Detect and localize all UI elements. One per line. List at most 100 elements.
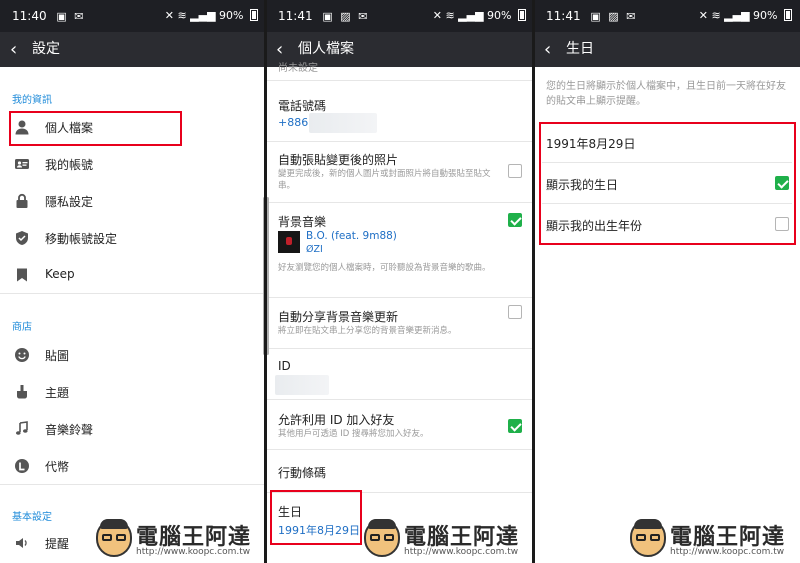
- bgm-song: B.O. (feat. 9m88): [306, 230, 397, 242]
- mascot-icon: [364, 519, 400, 557]
- watermark-logo: 電腦王阿達 http://www.koopc.com.tw: [364, 513, 534, 563]
- phone-label: 電話號碼: [278, 99, 327, 113]
- mascot-icon: [96, 519, 132, 557]
- page-title: 個人檔案: [298, 41, 354, 57]
- signal-icon: ✕ ≋ ▂▄▆: [432, 9, 484, 22]
- allow-id-label: 允許利用 ID 加入好友: [278, 413, 395, 427]
- top-bar: ‹ 生日: [534, 32, 800, 67]
- battery-text: 90%: [487, 9, 512, 22]
- bgm-label: 背景音樂: [278, 215, 327, 229]
- menu-item-keep[interactable]: Keep: [0, 257, 266, 294]
- id-card-icon: [14, 156, 30, 172]
- highlight-birthday-options: [539, 122, 796, 245]
- menu-label: Keep: [45, 267, 75, 281]
- divider: [266, 80, 534, 81]
- back-arrow-icon[interactable]: ‹: [276, 32, 283, 67]
- bookmark-icon: [14, 267, 30, 283]
- status-bar: 11:41 ▣ ▨ ✉ ✕ ≋ ▂▄▆ 90%: [534, 0, 800, 32]
- page-title: 生日: [566, 41, 594, 57]
- watermark-url: http://www.koopc.com.tw: [136, 547, 251, 557]
- watermark-url: http://www.koopc.com.tw: [670, 547, 785, 557]
- auto-share-checkbox[interactable]: [508, 305, 522, 319]
- menu-label: 提醒: [45, 537, 70, 551]
- menu-item-ringtone[interactable]: 音樂鈴聲: [0, 411, 266, 448]
- battery-icon: [784, 9, 792, 21]
- profile-screen: 11:41 ▣ ▨ ✉ ✕ ≋ ▂▄▆ 90% ‹ 個人檔案 尚未設定 電話號碼…: [266, 0, 534, 563]
- paint-brush-icon: [14, 384, 30, 400]
- notification-icons: ▣ ✉: [56, 10, 86, 23]
- allow-id-desc: 其他用戶可透過 ID 搜尋將您加入好友。: [278, 429, 429, 439]
- speaker-icon: [14, 535, 30, 551]
- watermark-url: http://www.koopc.com.tw: [404, 547, 519, 557]
- menu-label: 主題: [45, 386, 70, 400]
- menu-label: 隱私設定: [45, 195, 94, 209]
- section-shop: 商店: [12, 322, 32, 333]
- auto-post-desc: 變更完成後，新的個人圖片或封面照片將自動張貼至貼文串。: [278, 169, 491, 191]
- album-art: [278, 231, 300, 253]
- profile-list: 尚未設定 電話號碼 +886 9 自動張貼變更後的照片 變更完成後，新的個人圖片…: [266, 63, 534, 563]
- lock-icon: [14, 193, 30, 209]
- divider: [0, 293, 266, 294]
- menu-item-themes[interactable]: 主題: [0, 374, 266, 411]
- menu-item-transfer[interactable]: 移動帳號設定: [0, 220, 266, 257]
- smiley-icon: [14, 347, 30, 363]
- battery-icon: [518, 9, 526, 21]
- status-time: 11:41: [278, 9, 313, 23]
- top-bar: ‹ 設定: [0, 32, 266, 67]
- music-note-icon: [14, 421, 30, 437]
- section-my-info: 我的資訊: [12, 95, 52, 106]
- status-right: ✕ ≋ ▂▄▆ 90%: [699, 0, 792, 32]
- mascot-icon: [630, 519, 666, 557]
- allow-id-checkbox[interactable]: [508, 419, 522, 433]
- signal-icon: ✕ ≋ ▂▄▆: [698, 9, 750, 22]
- notification-icons: ▣ ▨ ✉: [322, 10, 370, 23]
- status-time: 11:41: [546, 9, 581, 23]
- watermark-logo: 電腦王阿達 http://www.koopc.com.tw: [96, 513, 266, 563]
- menu-label: 音樂鈴聲: [45, 423, 94, 437]
- page-title: 設定: [32, 41, 60, 57]
- status-bar: 11:40 ▣ ✉ ✕ ≋ ▂▄▆ 90%: [0, 0, 266, 32]
- battery-text: 90%: [753, 9, 778, 22]
- id-blur: [275, 375, 329, 395]
- auto-post-checkbox[interactable]: [508, 164, 522, 178]
- settings-screen: 11:40 ▣ ✉ ✕ ≋ ▂▄▆ 90% ‹ 設定 我的資訊 個人檔案 我的帳…: [0, 0, 266, 563]
- menu-label: 我的帳號: [45, 158, 94, 172]
- section-basic: 基本設定: [12, 512, 52, 523]
- barcode-row[interactable]: 行動條碼: [278, 464, 326, 481]
- menu-item-stickers[interactable]: 貼圖: [0, 337, 266, 374]
- menu-label: 代幣: [45, 460, 70, 474]
- bgm-desc: 好友瀏覽您的個人檔案時，可聆聽設為背景音樂的歌曲。: [278, 263, 491, 273]
- divider: [266, 399, 534, 400]
- auto-share-desc: 將立即在貼文串上分享您的背景音樂更新消息。: [278, 326, 457, 336]
- menu-item-privacy[interactable]: 隱私設定: [0, 183, 266, 220]
- highlight-birthday: [270, 490, 362, 545]
- status-bar: 11:41 ▣ ▨ ✉ ✕ ≋ ▂▄▆ 90%: [266, 0, 534, 32]
- phone-blur: [309, 113, 377, 133]
- divider: [266, 449, 534, 450]
- shield-icon: [14, 230, 30, 246]
- panel-divider: [264, 0, 267, 563]
- birthday-screen: 11:41 ▣ ▨ ✉ ✕ ≋ ▂▄▆ 90% ‹ 生日 您的生日將顯示於個人檔…: [534, 0, 800, 563]
- status-time: 11:40: [12, 9, 47, 23]
- back-arrow-icon[interactable]: ‹: [544, 32, 551, 67]
- battery-text: 90%: [219, 9, 244, 22]
- menu-item-coins[interactable]: 代幣: [0, 448, 266, 485]
- battery-icon: [250, 9, 258, 21]
- coin-icon: [14, 458, 30, 474]
- status-right: ✕ ≋ ▂▄▆ 90%: [433, 0, 526, 32]
- status-right: ✕ ≋ ▂▄▆ 90%: [165, 0, 258, 32]
- birthday-description: 您的生日將顯示於個人檔案中，且生日前一天將在好友的貼文串上顯示提醒。: [546, 81, 786, 107]
- bgm-checkbox[interactable]: [508, 213, 522, 227]
- cut-off-text: 尚未設定: [278, 63, 318, 74]
- divider: [0, 484, 266, 485]
- divider: [266, 141, 534, 142]
- signal-icon: ✕ ≋ ▂▄▆: [164, 9, 216, 22]
- auto-post-label: 自動張貼變更後的照片: [278, 153, 399, 167]
- menu-label: 移動帳號設定: [45, 232, 118, 246]
- menu-item-account[interactable]: 我的帳號: [0, 146, 266, 183]
- panel-divider: [532, 0, 535, 563]
- watermark-logo: 電腦王阿達 http://www.koopc.com.tw: [630, 513, 800, 563]
- divider: [266, 348, 534, 349]
- divider: [266, 297, 534, 298]
- back-arrow-icon[interactable]: ‹: [10, 32, 17, 67]
